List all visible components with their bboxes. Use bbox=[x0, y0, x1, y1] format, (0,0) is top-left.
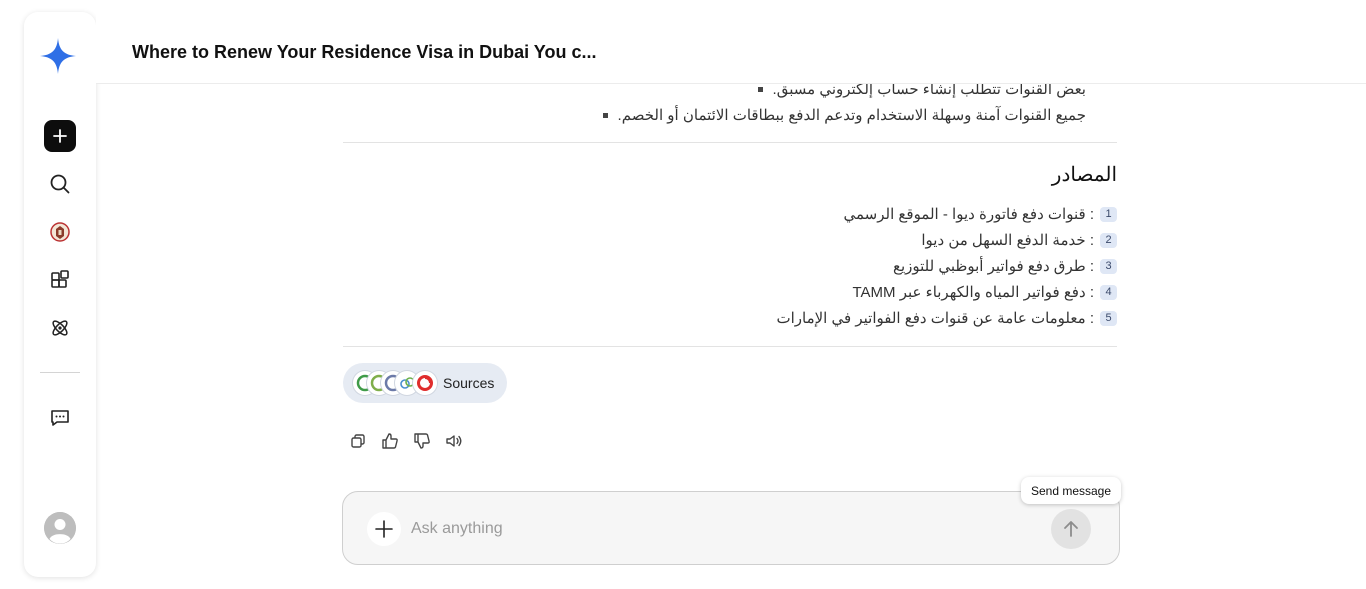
message-actions bbox=[349, 432, 463, 450]
favicon-icon bbox=[413, 371, 437, 395]
apps-icon bbox=[51, 270, 69, 288]
copy-button[interactable] bbox=[349, 432, 367, 450]
source-item[interactable]: 5 : معلومات عامة عن قنوات دفع الفواتير ف… bbox=[776, 309, 1117, 327]
sidebar bbox=[24, 12, 96, 577]
source-text: : طرق دفع فواتير أبوظبي للتوزيع bbox=[892, 258, 1094, 275]
search-button[interactable] bbox=[44, 168, 76, 200]
atom-icon bbox=[52, 320, 68, 336]
chat-header: Where to Renew Your Residence Visa in Du… bbox=[96, 0, 1366, 84]
user-avatar-icon bbox=[44, 512, 76, 544]
source-item[interactable]: 4 : دفع فواتير المياه والكهرباء عبر TAMM bbox=[852, 283, 1117, 301]
source-number: 1 bbox=[1100, 206, 1117, 222]
bullet-text: جميع القنوات آمنة وسهلة الاستخدام وتدعم … bbox=[617, 107, 1086, 124]
source-number: 4 bbox=[1100, 284, 1117, 300]
source-item[interactable]: 3 : طرق دفع فواتير أبوظبي للتوزيع bbox=[893, 257, 1117, 275]
speaker-icon bbox=[446, 435, 462, 447]
sources-button[interactable]: Sources bbox=[343, 363, 507, 403]
copy-icon bbox=[351, 434, 365, 448]
apps-button[interactable] bbox=[44, 264, 76, 296]
source-number: 3 bbox=[1100, 258, 1117, 274]
new-chat-icon bbox=[53, 129, 67, 143]
search-icon bbox=[50, 174, 70, 194]
message-input[interactable]: Ask anything bbox=[411, 520, 503, 538]
source-number: 5 bbox=[1100, 310, 1117, 326]
new-chat-button[interactable] bbox=[44, 120, 76, 152]
send-tooltip: Send message bbox=[1021, 477, 1121, 504]
answer-bullet: جميع القنوات آمنة وسهلة الاستخدام وتدعم … bbox=[602, 106, 1086, 124]
chat-history-icon bbox=[51, 410, 69, 426]
read-aloud-button[interactable] bbox=[445, 432, 463, 450]
source-item[interactable]: 1 : قنوات دفع فاتورة ديوا - الموقع الرسم… bbox=[843, 205, 1117, 223]
emblem-button[interactable] bbox=[44, 216, 76, 248]
bullet-marker bbox=[757, 86, 763, 92]
source-favicons bbox=[353, 370, 443, 396]
source-text: : خدمة الدفع السهل من ديوا bbox=[921, 232, 1094, 249]
sources-label: Sources bbox=[443, 375, 495, 391]
sidebar-divider bbox=[40, 372, 80, 373]
plus-icon bbox=[375, 520, 393, 538]
thumbs-up-button[interactable] bbox=[381, 432, 399, 450]
app-logo-icon[interactable] bbox=[38, 36, 78, 76]
source-number: 2 bbox=[1100, 232, 1117, 248]
section-divider bbox=[343, 142, 1117, 143]
send-button[interactable] bbox=[1051, 509, 1091, 549]
atom-button[interactable] bbox=[44, 312, 76, 344]
avatar[interactable] bbox=[44, 512, 76, 544]
source-text: : معلومات عامة عن قنوات دفع الفواتير في … bbox=[776, 310, 1094, 327]
source-text: : قنوات دفع فاتورة ديوا - الموقع الرسمي bbox=[843, 206, 1094, 223]
attach-button[interactable] bbox=[367, 512, 401, 546]
bullet-marker bbox=[602, 112, 608, 118]
source-text: : دفع فواتير المياه والكهرباء عبر TAMM bbox=[852, 284, 1095, 301]
thumbs-down-button[interactable] bbox=[413, 432, 431, 450]
section-divider bbox=[343, 346, 1117, 347]
thumbs-up-icon bbox=[382, 433, 398, 449]
emblem-icon bbox=[50, 222, 70, 242]
page-title: Where to Renew Your Residence Visa in Du… bbox=[132, 42, 597, 62]
arrow-up-icon bbox=[1064, 521, 1078, 537]
chat-history-button[interactable] bbox=[44, 402, 76, 434]
sources-heading: المصادر bbox=[1051, 164, 1117, 186]
thumbs-down-icon bbox=[414, 433, 430, 449]
source-item[interactable]: 2 : خدمة الدفع السهل من ديوا bbox=[921, 231, 1117, 249]
message-composer: Ask anything bbox=[342, 491, 1120, 565]
